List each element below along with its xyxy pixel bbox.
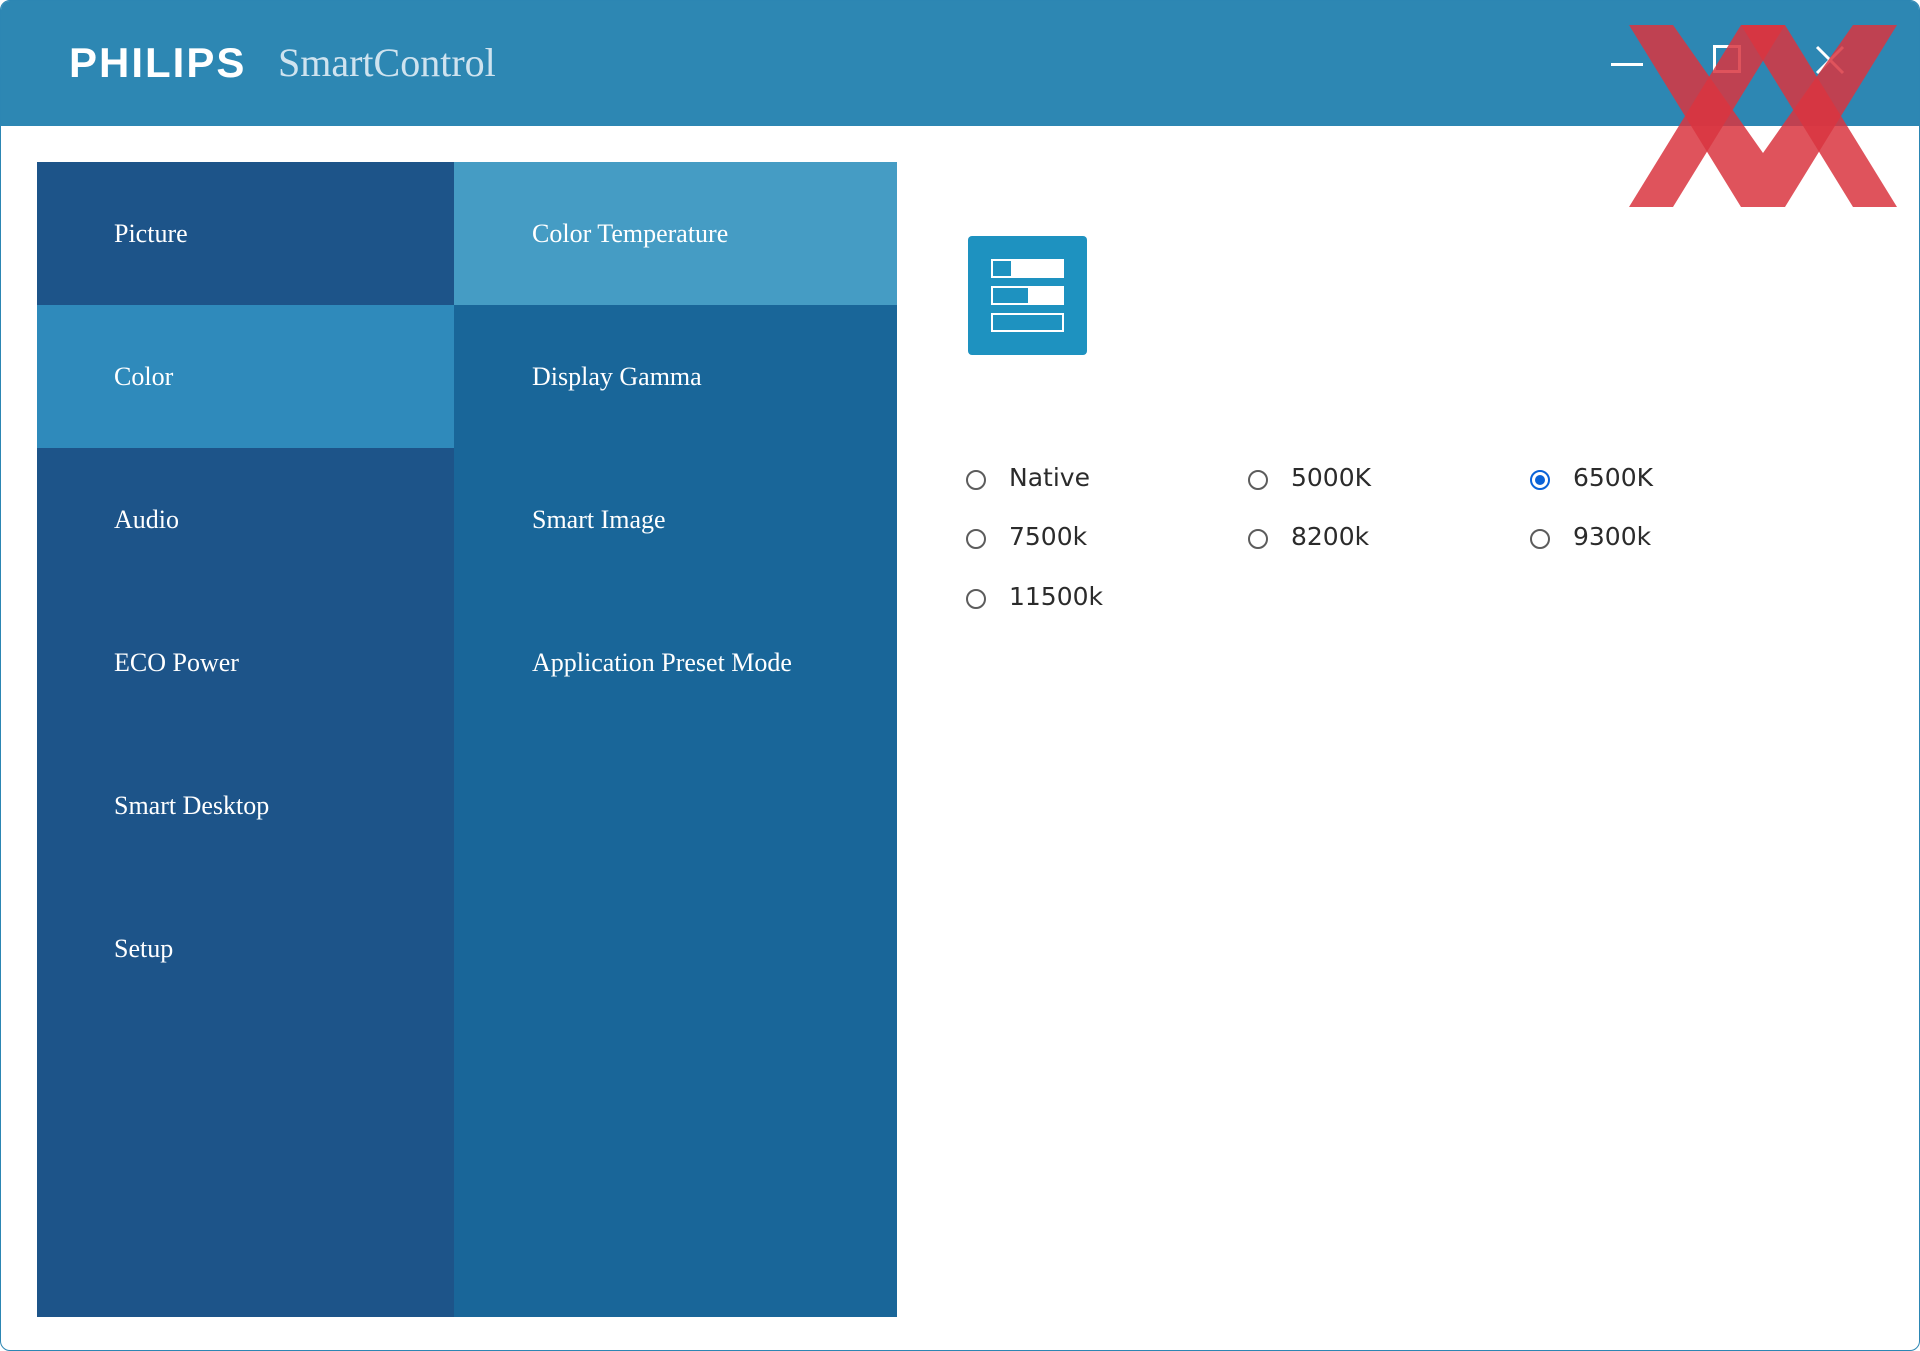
app-title: SmartControl bbox=[278, 40, 496, 85]
radio-button-checked[interactable] bbox=[1530, 470, 1550, 490]
nav-item-label: Color bbox=[114, 361, 174, 391]
close-icon bbox=[1815, 45, 1845, 75]
subnav-item-label: Application Preset Mode bbox=[532, 647, 792, 677]
radio-button[interactable] bbox=[1530, 529, 1550, 549]
radio-label: 5000K bbox=[1291, 463, 1372, 492]
philips-logo: PHILIPS bbox=[69, 39, 247, 86]
radio-button[interactable] bbox=[966, 529, 986, 549]
radio-label: 6500K bbox=[1573, 463, 1654, 492]
nav-item-audio[interactable]: Audio bbox=[37, 448, 454, 591]
radio-label: 7500k bbox=[1009, 522, 1088, 551]
nav-item-label: Picture bbox=[114, 218, 188, 248]
title-bar: PHILIPS SmartControl bbox=[1, 1, 1919, 207]
subnav-item-label: Smart Image bbox=[532, 504, 666, 534]
minimize-button[interactable] bbox=[1601, 35, 1651, 85]
radio-label: 11500k bbox=[1009, 582, 1104, 611]
maximize-button[interactable] bbox=[1703, 35, 1753, 85]
radio-button[interactable] bbox=[966, 470, 986, 490]
radio-label: Native bbox=[1009, 463, 1090, 492]
nav-item-smart-desktop[interactable]: Smart Desktop bbox=[37, 734, 454, 877]
nav-item-setup[interactable]: Setup bbox=[37, 877, 454, 1020]
close-button[interactable] bbox=[1805, 35, 1855, 85]
subnav-item-color-temperature[interactable]: Color Temperature bbox=[454, 162, 897, 305]
subnav-item-smart-image[interactable]: Smart Image bbox=[454, 448, 897, 591]
subnav-item-display-gamma[interactable]: Display Gamma bbox=[454, 305, 897, 448]
subnav-item-application-preset-mode[interactable]: Application Preset Mode bbox=[454, 591, 897, 734]
radio-button[interactable] bbox=[1248, 529, 1268, 549]
nav-item-label: Setup bbox=[114, 933, 174, 963]
color-temperature-settings-icon bbox=[968, 236, 1087, 355]
radio-button[interactable] bbox=[1248, 470, 1268, 490]
nav-item-eco-power[interactable]: ECO Power bbox=[37, 591, 454, 734]
subnav-item-label: Color Temperature bbox=[532, 218, 729, 248]
subnav-item-label: Display Gamma bbox=[532, 361, 702, 391]
smartcontrol-window: PHILIPS SmartControl Picture Color Audio… bbox=[0, 0, 1920, 1351]
nav-item-label: ECO Power bbox=[114, 647, 239, 677]
radio-label: 8200k bbox=[1291, 522, 1370, 551]
radio-label: 9300k bbox=[1573, 522, 1652, 551]
nav-item-label: Smart Desktop bbox=[114, 790, 270, 820]
nav-item-label: Audio bbox=[114, 504, 179, 534]
secondary-nav: Color Temperature Display Gamma Smart Im… bbox=[454, 162, 897, 1317]
primary-nav: Picture Color Audio ECO Power Smart Desk… bbox=[37, 162, 454, 1317]
nav-item-picture[interactable]: Picture bbox=[37, 162, 454, 305]
hardwareluxx-watermark-logo bbox=[1629, 25, 1897, 207]
nav-item-color[interactable]: Color bbox=[37, 305, 454, 448]
radio-button[interactable] bbox=[966, 589, 986, 609]
